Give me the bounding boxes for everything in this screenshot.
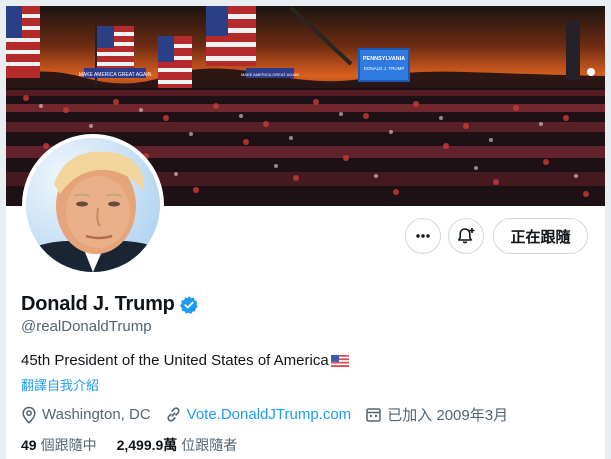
bell-plus-icon [458,228,475,244]
notifications-button[interactable] [448,218,484,254]
us-flag-emoji [330,354,349,367]
location-text: Washington, DC [42,406,151,423]
link-icon [167,407,180,422]
profile-page: MAKE AMERICA GREAT AGAIN MAKE AMERICA GR… [0,0,611,459]
banner-sign-left: MAKE AMERICA GREAT AGAIN [79,72,152,78]
website-item: Vote.DonaldJTrump.com [165,406,352,423]
followers-label: 位跟隨者 [181,437,238,453]
more-options-button[interactable] [405,218,441,254]
bio-text: 45th President of the United States of A… [21,352,329,369]
banner-screen-sub: DONALD J. TRUMP [364,66,405,71]
banner-sign-right: MAKE AMERICA GREAT AGAIN [241,72,299,77]
profile-avatar[interactable] [22,134,164,276]
more-icon [416,234,430,238]
profile-bio: 45th President of the United States of A… [21,352,349,369]
followers-count: 2,499.9萬 [116,437,178,453]
following-button[interactable]: 正在跟隨 [493,218,588,254]
banner-screen-title: PENNSYLVANIA [363,56,405,62]
location-item: Washington, DC [21,406,151,424]
following-button-label: 正在跟隨 [510,228,571,246]
avatar-portrait-illustration [26,138,160,272]
profile-handle: @realDonaldTrump [21,318,152,335]
profile-meta-row: Washington, DC Vote.DonaldJTrump.com 已加入… [21,404,522,425]
following-count: 49 [21,437,37,453]
verified-badge-icon[interactable] [179,295,199,315]
translate-bio-link[interactable]: 翻譯自我介紹 [21,375,99,394]
joined-item: 已加入 2009年3月 [365,404,508,425]
joined-date: 已加入 2009年3月 [387,407,509,424]
website-link[interactable]: Vote.DonaldJTrump.com [187,406,352,423]
calendar-icon [366,408,381,422]
followers-stat[interactable]: 2,499.9萬 位跟隨者 [117,435,238,455]
profile-stats-row: 49 個跟隨中 2,499.9萬 位跟隨者 [21,435,257,455]
following-stat[interactable]: 49 個跟隨中 [21,435,97,455]
location-pin-icon [22,406,36,424]
profile-name-row: Donald J. Trump [21,293,199,316]
following-label: 個跟隨中 [40,437,97,453]
display-name: Donald J. Trump [21,293,175,315]
page-right-border [605,0,611,459]
